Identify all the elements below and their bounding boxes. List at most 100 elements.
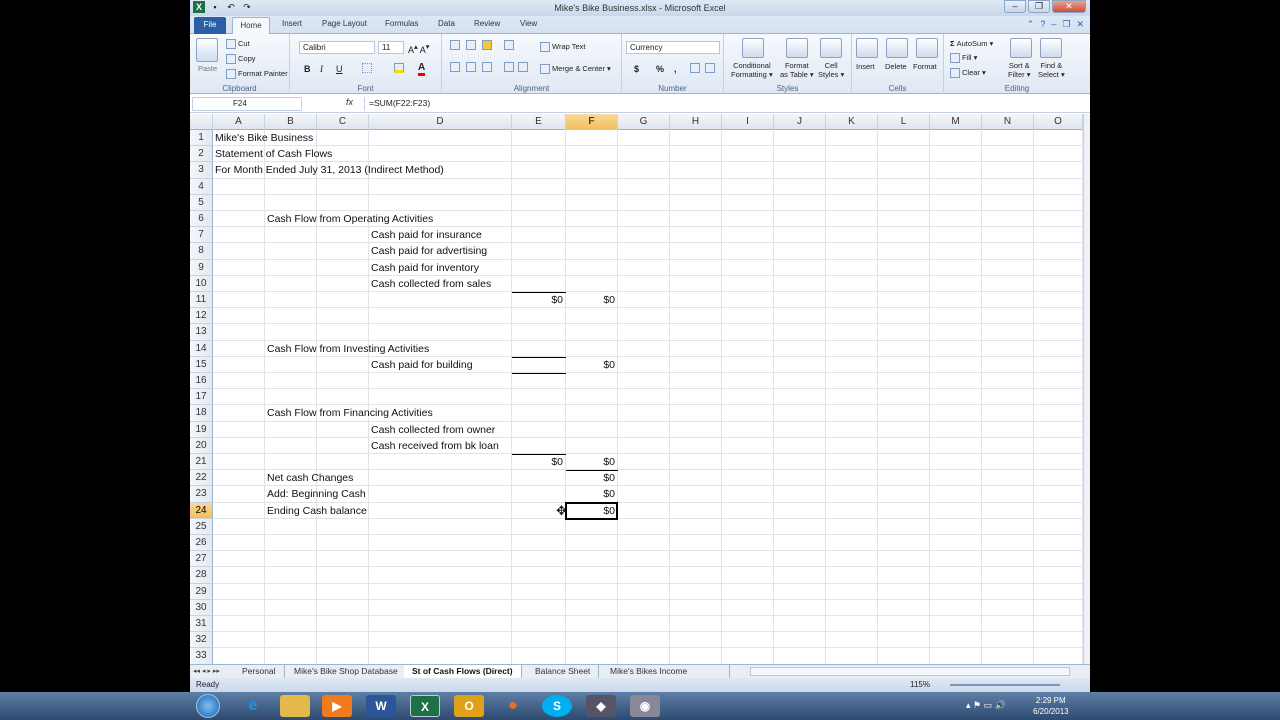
internet-explorer-icon[interactable]: e bbox=[238, 695, 268, 717]
tab-file[interactable]: File bbox=[194, 17, 226, 34]
paste-icon[interactable] bbox=[196, 38, 218, 62]
row-header-14[interactable]: 14 bbox=[190, 340, 213, 357]
fill-button[interactable]: Fill ▾ bbox=[950, 53, 977, 64]
increase-decimal-icon[interactable] bbox=[690, 63, 702, 74]
align-bottom-icon[interactable] bbox=[482, 40, 494, 51]
minimize-button[interactable]: – bbox=[1004, 0, 1026, 13]
ribbon-minimize-icon[interactable]: ⌃ bbox=[1027, 19, 1035, 30]
column-header-m[interactable]: M bbox=[930, 114, 982, 130]
cell-b14[interactable]: Cash Flow from Investing Activities bbox=[267, 341, 429, 357]
active-cell-selection[interactable] bbox=[565, 501, 618, 520]
grow-font-icon[interactable]: A▴ A▾ bbox=[408, 42, 430, 55]
italic-button[interactable]: I bbox=[320, 64, 323, 74]
font-size-combo[interactable]: 11 bbox=[378, 41, 404, 54]
row-header-1[interactable]: 1 bbox=[190, 130, 213, 147]
cell-b6[interactable]: Cash Flow from Operating Activities bbox=[267, 211, 433, 227]
column-header-a[interactable]: A bbox=[213, 114, 265, 130]
workbook-restore-icon[interactable]: ❐ bbox=[1062, 19, 1070, 30]
word-icon[interactable]: W bbox=[366, 695, 396, 717]
cell-f21[interactable]: $0 bbox=[566, 454, 615, 470]
camtasia-icon[interactable]: ◉ bbox=[630, 695, 660, 717]
cell-d20[interactable]: Cash received from bk loan bbox=[371, 438, 499, 454]
cell-d9[interactable]: Cash paid for inventory bbox=[371, 260, 479, 276]
sheet-nav-arrows-icon[interactable]: ◂◂ ◂ ▸ ▸▸ bbox=[193, 665, 220, 678]
cell-b22[interactable]: Net cash Changes bbox=[267, 470, 353, 486]
cell-f11[interactable]: $0 bbox=[566, 292, 615, 308]
copy-button[interactable]: Copy bbox=[226, 54, 256, 65]
row-header-33[interactable]: 33 bbox=[190, 648, 213, 664]
comma-button[interactable]: , bbox=[674, 64, 677, 74]
tab-view[interactable]: View bbox=[520, 19, 537, 28]
cell-d7[interactable]: Cash paid for insurance bbox=[371, 227, 482, 243]
close-button[interactable]: ✕ bbox=[1052, 0, 1086, 13]
column-header-l[interactable]: L bbox=[878, 114, 930, 130]
cell-styles-button[interactable]: Cell Styles ▾ bbox=[818, 61, 844, 79]
tab-home[interactable]: Home bbox=[232, 17, 270, 35]
paste-button[interactable]: Paste bbox=[198, 64, 217, 73]
row-header-20[interactable]: 20 bbox=[190, 437, 213, 454]
format-painter-button[interactable]: Format Painter bbox=[226, 69, 288, 80]
sheet-tab-income-statement[interactable]: Mike's Bikes Income Stateme bbox=[602, 665, 730, 678]
skype-icon[interactable]: S bbox=[542, 695, 572, 717]
firefox-icon[interactable]: ● bbox=[498, 695, 528, 717]
sheet-tab-database[interactable]: Mike's Bike Shop Database bbox=[286, 665, 407, 678]
sheet-tab-balance-sheet[interactable]: Balance Sheet bbox=[527, 665, 600, 678]
select-all-corner[interactable] bbox=[190, 114, 213, 130]
row-header-9[interactable]: 9 bbox=[190, 259, 213, 276]
insert-function-icon[interactable]: fx bbox=[346, 97, 353, 107]
row-header-12[interactable]: 12 bbox=[190, 308, 213, 325]
row-header-4[interactable]: 4 bbox=[190, 178, 213, 195]
column-header-e[interactable]: E bbox=[512, 114, 566, 130]
cell-b18[interactable]: Cash Flow from Financing Activities bbox=[267, 405, 433, 421]
percent-button[interactable]: % bbox=[656, 64, 664, 74]
column-header-o[interactable]: O bbox=[1034, 114, 1083, 130]
row-header-26[interactable]: 26 bbox=[190, 535, 213, 552]
formula-input[interactable]: =SUM(F22:F23) bbox=[364, 97, 1084, 111]
row-header-30[interactable]: 30 bbox=[190, 599, 213, 616]
file-explorer-icon[interactable] bbox=[280, 695, 310, 717]
decrease-decimal-icon[interactable] bbox=[705, 63, 717, 74]
help-icon[interactable]: ? bbox=[1040, 19, 1045, 30]
row-header-15[interactable]: 15 bbox=[190, 356, 213, 373]
vertical-scrollbar[interactable] bbox=[1083, 114, 1090, 664]
row-header-16[interactable]: 16 bbox=[190, 373, 213, 390]
column-header-i[interactable]: I bbox=[722, 114, 774, 130]
sheet-tab-cash-flows[interactable]: St of Cash Flows (Direct) bbox=[404, 665, 522, 678]
cell-e11[interactable]: $0 bbox=[512, 292, 563, 308]
media-player-icon[interactable]: ▶ bbox=[322, 695, 352, 717]
column-header-h[interactable]: H bbox=[670, 114, 722, 130]
align-center-icon[interactable] bbox=[466, 62, 478, 73]
borders-icon[interactable] bbox=[362, 63, 374, 74]
row-header-2[interactable]: 2 bbox=[190, 146, 213, 163]
insert-cells-button[interactable]: Insert bbox=[856, 62, 875, 71]
app-icon[interactable]: ◆ bbox=[586, 695, 616, 717]
font-color-icon[interactable]: A bbox=[418, 62, 426, 76]
tab-insert[interactable]: Insert bbox=[282, 19, 302, 28]
row-header-23[interactable]: 23 bbox=[190, 486, 213, 503]
row-header-31[interactable]: 31 bbox=[190, 616, 213, 633]
column-header-b[interactable]: B bbox=[265, 114, 317, 130]
row-header-3[interactable]: 3 bbox=[190, 162, 213, 179]
align-left-icon[interactable] bbox=[450, 62, 462, 73]
worksheet-grid[interactable]: ABCDEFGHIJKLMNO 1 2 3 4 5 6 7 8 9 10 11 12 13 14 15 16 1… bbox=[190, 114, 1090, 664]
font-name-combo[interactable]: Calibri bbox=[299, 41, 375, 54]
align-middle-icon[interactable] bbox=[466, 40, 478, 51]
cell-d10[interactable]: Cash collected from sales bbox=[371, 276, 491, 292]
row-header-18[interactable]: 18 bbox=[190, 405, 213, 422]
row-header-32[interactable]: 32 bbox=[190, 632, 213, 649]
fill-color-icon[interactable] bbox=[394, 63, 406, 74]
cell-a3[interactable]: For Month Ended July 31, 2013 (Indirect … bbox=[215, 162, 444, 178]
row-header-28[interactable]: 28 bbox=[190, 567, 213, 584]
zoom-level[interactable]: 115% bbox=[910, 678, 930, 692]
sheet-tab-personal[interactable]: Personal bbox=[234, 665, 285, 678]
tab-page-layout[interactable]: Page Layout bbox=[322, 19, 367, 28]
row-header-13[interactable]: 13 bbox=[190, 324, 213, 341]
align-top-icon[interactable] bbox=[450, 40, 462, 51]
clock[interactable]: 2:29 PM 6/20/2013 bbox=[1033, 695, 1069, 717]
row-header-6[interactable]: 6 bbox=[190, 211, 213, 228]
column-header-c[interactable]: C bbox=[317, 114, 369, 130]
row-header-22[interactable]: 22 bbox=[190, 470, 213, 487]
sort-filter-button[interactable]: Sort & Filter ▾ bbox=[1008, 61, 1031, 79]
orientation-icon[interactable] bbox=[504, 40, 516, 51]
column-header-k[interactable]: K bbox=[826, 114, 878, 130]
